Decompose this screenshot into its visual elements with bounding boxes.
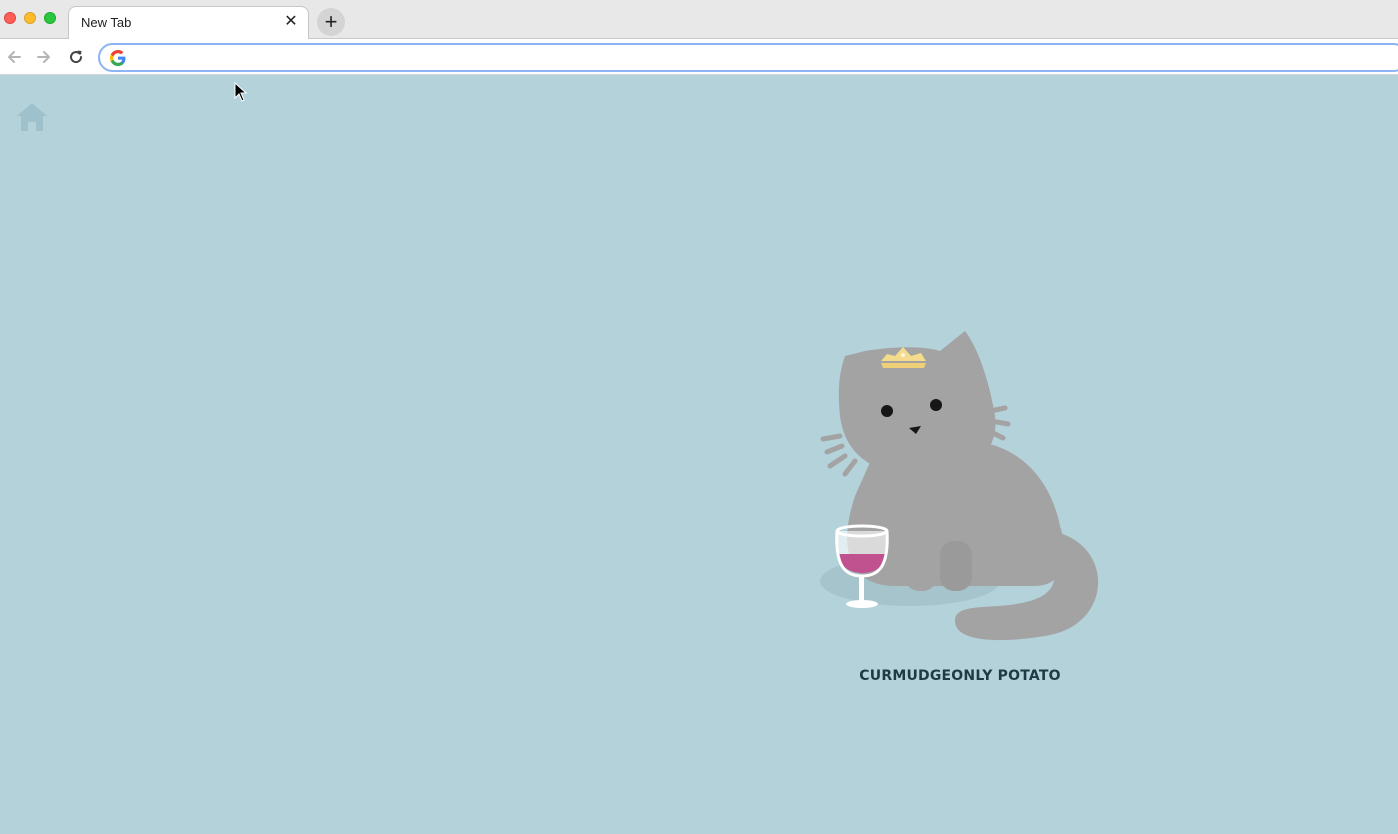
address-input[interactable] xyxy=(134,48,1334,68)
tab-close-button[interactable]: ✕ xyxy=(282,13,300,31)
arrow-left-icon xyxy=(8,51,21,63)
reload-button[interactable] xyxy=(65,46,87,68)
google-logo-icon xyxy=(110,50,126,66)
new-tab-page: CURMUDGEONLY POTATO xyxy=(0,76,1398,834)
tab-title: New Tab xyxy=(81,15,132,30)
back-button[interactable] xyxy=(3,46,25,68)
window-close-button[interactable] xyxy=(4,12,16,24)
window-minimize-button[interactable] xyxy=(24,12,36,24)
reload-icon xyxy=(70,50,83,64)
tab-new-tab[interactable]: New Tab ✕ xyxy=(68,6,309,40)
arrow-right-icon xyxy=(37,51,50,63)
window-maximize-button[interactable] xyxy=(44,12,56,24)
cat-caption: CURMUDGEONLY POTATO xyxy=(859,668,1061,684)
tab-strip: New Tab ✕ + xyxy=(0,0,1398,40)
home-icon[interactable] xyxy=(15,101,49,133)
browser-window: New Tab ✕ + CURMUDGEONLY POTATO xyxy=(0,0,1398,834)
browser-toolbar xyxy=(0,39,1398,75)
new-tab-button[interactable]: + xyxy=(317,8,345,36)
cat-illustration xyxy=(820,331,1099,641)
forward-button[interactable] xyxy=(33,46,55,68)
address-bar[interactable] xyxy=(98,43,1398,72)
